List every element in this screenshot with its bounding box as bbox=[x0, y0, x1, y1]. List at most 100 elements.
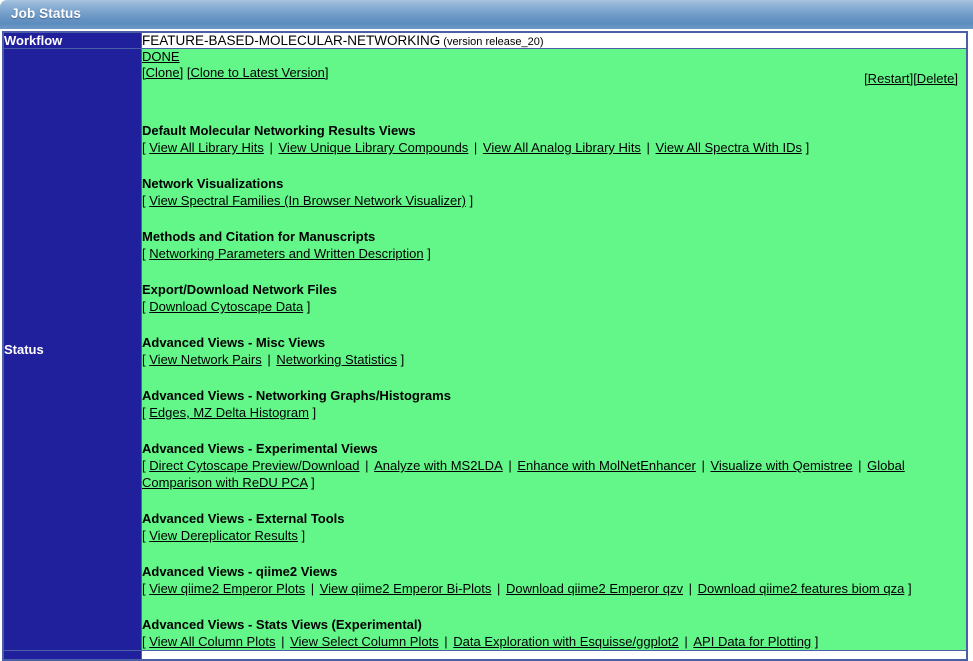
job-status-table-wrapper: Workflow FEATURE-BASED-MOLECULAR-NETWORK… bbox=[2, 31, 968, 661]
section-links: [ View Network Pairs | Networking Statis… bbox=[142, 351, 966, 368]
link-separator: | bbox=[262, 352, 277, 367]
result-link[interactable]: View Network Pairs bbox=[149, 352, 261, 367]
bracket-close: ] bbox=[815, 634, 819, 649]
result-link[interactable]: View Unique Library Compounds bbox=[279, 140, 469, 155]
result-link[interactable]: Networking Parameters and Written Descri… bbox=[149, 246, 423, 261]
link-separator: | bbox=[491, 581, 506, 596]
restart-delete-actions: [Restart][Delete] bbox=[864, 71, 958, 86]
window-titlebar: Job Status bbox=[0, 0, 973, 29]
result-link[interactable]: View Spectral Families (In Browser Netwo… bbox=[149, 193, 466, 208]
result-link[interactable]: Edges, MZ Delta Histogram bbox=[149, 405, 309, 420]
section-links: [ Edges, MZ Delta Histogram ] bbox=[142, 404, 966, 421]
result-link[interactable]: Download qiime2 Emperor qzv bbox=[506, 581, 683, 596]
result-link[interactable]: View All Spectra With IDs bbox=[656, 140, 802, 155]
job-state-line: DONE bbox=[142, 49, 966, 65]
result-link[interactable]: Enhance with MolNetEnhancer bbox=[517, 458, 696, 473]
clone-actions-line: [Clone] [Clone to Latest Version] bbox=[142, 65, 966, 81]
section-block: Advanced Views - External Tools[ View De… bbox=[142, 510, 966, 544]
bracket-close: ] bbox=[401, 352, 405, 367]
bracket-close: ] bbox=[806, 140, 810, 155]
bracket-open: [ bbox=[142, 352, 146, 367]
section-links: [ Download Cytoscape Data ] bbox=[142, 298, 966, 315]
status-row: Status DONE [Clone] [Clone to Latest Ver… bbox=[4, 49, 967, 651]
result-link[interactable]: View qiime2 Emperor Plots bbox=[149, 581, 305, 596]
result-link[interactable]: Networking Statistics bbox=[276, 352, 397, 367]
section-title: Advanced Views - Misc Views bbox=[142, 334, 966, 351]
link-separator: | bbox=[275, 634, 290, 649]
bracket-close: ] bbox=[311, 475, 315, 490]
result-link[interactable]: View All Column Plots bbox=[149, 634, 275, 649]
section-links: [ View Spectral Families (In Browser Net… bbox=[142, 192, 966, 209]
restart-link[interactable]: [Restart] bbox=[864, 71, 913, 86]
bracket-open: [ bbox=[142, 246, 146, 261]
section-block: Advanced Views - Experimental Views[ Dir… bbox=[142, 440, 966, 491]
section-block: Default Molecular Networking Results Vie… bbox=[142, 122, 966, 156]
result-link[interactable]: Data Exploration with Esquisse/ggplot2 bbox=[453, 634, 678, 649]
bracket-open: [ bbox=[142, 458, 146, 473]
section-links: [ View All Library Hits | View Unique Li… bbox=[142, 139, 966, 156]
link-separator: | bbox=[439, 634, 454, 649]
section-block: Network Visualizations[ View Spectral Fa… bbox=[142, 175, 966, 209]
workflow-label-cell: Workflow bbox=[4, 33, 142, 49]
section-block: Advanced Views - qiime2 Views[ View qiim… bbox=[142, 563, 966, 597]
section-title: Export/Download Network Files bbox=[142, 281, 966, 298]
bracket-close: ] bbox=[313, 405, 317, 420]
result-link[interactable]: Download qiime2 features biom qza bbox=[698, 581, 905, 596]
link-separator: | bbox=[468, 140, 483, 155]
link-separator: | bbox=[696, 458, 711, 473]
status-value-cell: DONE [Clone] [Clone to Latest Version] [… bbox=[142, 49, 967, 651]
result-link[interactable]: View All Library Hits bbox=[149, 140, 264, 155]
result-link[interactable]: View All Analog Library Hits bbox=[483, 140, 641, 155]
section-block: Methods and Citation for Manuscripts[ Ne… bbox=[142, 228, 966, 262]
section-title: Advanced Views - Experimental Views bbox=[142, 440, 966, 457]
link-separator: | bbox=[503, 458, 518, 473]
link-separator: | bbox=[853, 458, 868, 473]
bracket-open: [ bbox=[142, 405, 146, 420]
next-value-cell bbox=[142, 651, 967, 660]
result-link[interactable]: Download Cytoscape Data bbox=[149, 299, 303, 314]
next-label-cell bbox=[4, 651, 142, 660]
bracket-open: [ bbox=[142, 528, 146, 543]
clone-to-latest-version-link[interactable]: [Clone to Latest Version] bbox=[187, 65, 329, 80]
section-title: Default Molecular Networking Results Vie… bbox=[142, 122, 966, 139]
bracket-open: [ bbox=[142, 634, 146, 649]
section-title: Methods and Citation for Manuscripts bbox=[142, 228, 966, 245]
section-title: Advanced Views - qiime2 Views bbox=[142, 563, 966, 580]
bracket-close: ] bbox=[470, 193, 474, 208]
result-link[interactable]: Analyze with MS2LDA bbox=[374, 458, 503, 473]
result-link[interactable]: Direct Cytoscape Preview/Download bbox=[149, 458, 359, 473]
bracket-close: ] bbox=[427, 246, 431, 261]
link-separator: | bbox=[305, 581, 320, 596]
result-link[interactable]: Visualize with Qemistree bbox=[710, 458, 852, 473]
bracket-open: [ bbox=[142, 140, 146, 155]
link-separator: | bbox=[679, 634, 694, 649]
bracket-close: ] bbox=[307, 299, 311, 314]
result-link[interactable]: View Dereplicator Results bbox=[149, 528, 298, 543]
section-block: Advanced Views - Networking Graphs/Histo… bbox=[142, 387, 966, 421]
job-state-link[interactable]: DONE bbox=[142, 49, 180, 64]
results-sections: Default Molecular Networking Results Vie… bbox=[142, 122, 966, 650]
job-status-table: Workflow FEATURE-BASED-MOLECULAR-NETWORK… bbox=[3, 32, 967, 660]
section-block: Advanced Views - Misc Views[ View Networ… bbox=[142, 334, 966, 368]
workflow-version: (version release_20) bbox=[440, 36, 543, 48]
bracket-close: ] bbox=[301, 528, 305, 543]
window-title: Job Status bbox=[11, 6, 81, 21]
section-links: [ View qiime2 Emperor Plots | View qiime… bbox=[142, 580, 966, 597]
next-row-partial bbox=[4, 651, 967, 660]
status-label-cell: Status bbox=[4, 49, 142, 651]
link-separator: | bbox=[683, 581, 698, 596]
clone-link[interactable]: [Clone] bbox=[142, 65, 183, 80]
link-separator: | bbox=[360, 458, 375, 473]
delete-link[interactable]: [Delete] bbox=[913, 71, 958, 86]
section-links: [ View Dereplicator Results ] bbox=[142, 527, 966, 544]
result-link[interactable]: API Data for Plotting bbox=[693, 634, 811, 649]
section-links: [ View All Column Plots | View Select Co… bbox=[142, 633, 966, 650]
section-block: Export/Download Network Files[ Download … bbox=[142, 281, 966, 315]
bracket-close: ] bbox=[908, 581, 912, 596]
bracket-open: [ bbox=[142, 299, 146, 314]
section-links: [ Networking Parameters and Written Desc… bbox=[142, 245, 966, 262]
workflow-row: Workflow FEATURE-BASED-MOLECULAR-NETWORK… bbox=[4, 33, 967, 49]
result-link[interactable]: View qiime2 Emperor Bi-Plots bbox=[320, 581, 492, 596]
workflow-value-cell: FEATURE-BASED-MOLECULAR-NETWORKING(versi… bbox=[142, 33, 967, 49]
result-link[interactable]: View Select Column Plots bbox=[290, 634, 439, 649]
